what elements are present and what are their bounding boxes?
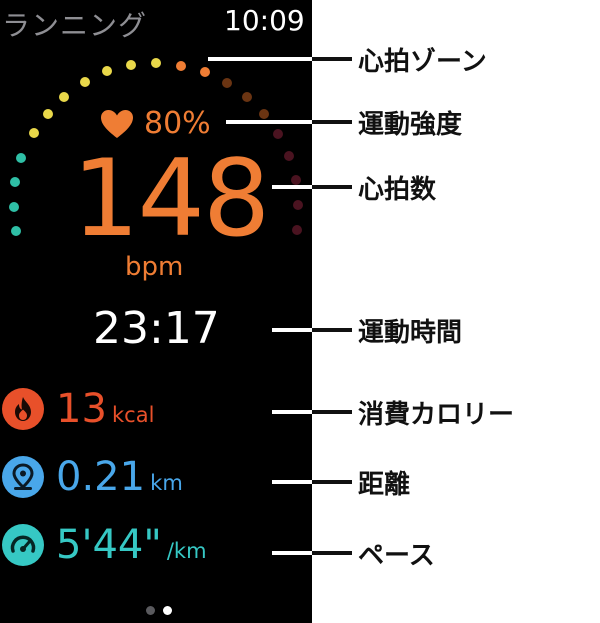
zone-dot [284,151,294,161]
zone-dot [200,67,210,77]
zone-dot [259,109,269,119]
zone-dot [242,92,252,102]
annotation-heart-rate: 心拍数 [358,175,437,205]
annotation-heart-rate-zone: 心拍ゾーン [358,47,487,77]
annotation-pace: ペース [358,541,435,571]
zone-dot [9,202,19,212]
zone-dot [59,92,69,102]
distance-unit: km [150,471,183,495]
annotation-duration: 運動時間 [358,318,463,348]
distance-value: 0.21 [56,454,146,500]
leader-line [272,480,352,484]
zone-dot [293,200,303,210]
zone-dot [80,77,90,87]
flame-icon [15,397,31,421]
annotation-calories: 消費カロリー [358,400,515,430]
leader-line [272,551,352,555]
page-indicator[interactable] [142,606,176,615]
heart-icon [101,110,133,138]
calories-icon-badge [2,388,44,430]
page-dot-active[interactable] [163,606,172,615]
zone-dot [273,129,283,139]
zone-dot [151,58,161,68]
leader-line [272,185,352,189]
heart-rate-unit: bpm [125,252,184,282]
zone-dot [43,109,53,119]
calories-unit: kcal [112,403,155,427]
pace-icon-badge [2,524,44,566]
workout-duration: 23:17 [93,303,220,354]
page-dot[interactable] [146,606,155,615]
leader-line [272,328,352,332]
distance-icon-badge [2,456,44,498]
zone-dot [10,177,20,187]
heart-rate-value: 148 [72,137,270,260]
zone-dot [176,61,186,71]
zone-dot [102,66,112,76]
annotation-intensity: 運動強度 [358,110,463,140]
zone-dot [11,226,21,236]
location-pin-icon [12,463,34,490]
pace-metric: 5'44" /km [56,521,207,569]
calories-value: 13 [56,386,107,432]
zone-dot [222,78,232,88]
zone-dot [16,153,26,163]
zone-dot [126,60,136,70]
leader-line [208,57,352,61]
zone-dot [29,128,39,138]
speedometer-icon [10,535,36,553]
annotation-distance: 距離 [358,470,411,500]
leader-line [226,120,352,124]
pace-unit: /km [166,539,207,563]
zone-dot [292,225,302,235]
zone-dot [291,175,301,185]
distance-metric: 0.21 km [56,453,183,501]
pace-value: 5'44" [56,522,162,568]
watch-screen: ランニング 10:09 80% 148 bpm 23:17 13 kcal 0.… [0,0,312,623]
leader-line [272,410,352,414]
calories-metric: 13 kcal [56,385,154,433]
